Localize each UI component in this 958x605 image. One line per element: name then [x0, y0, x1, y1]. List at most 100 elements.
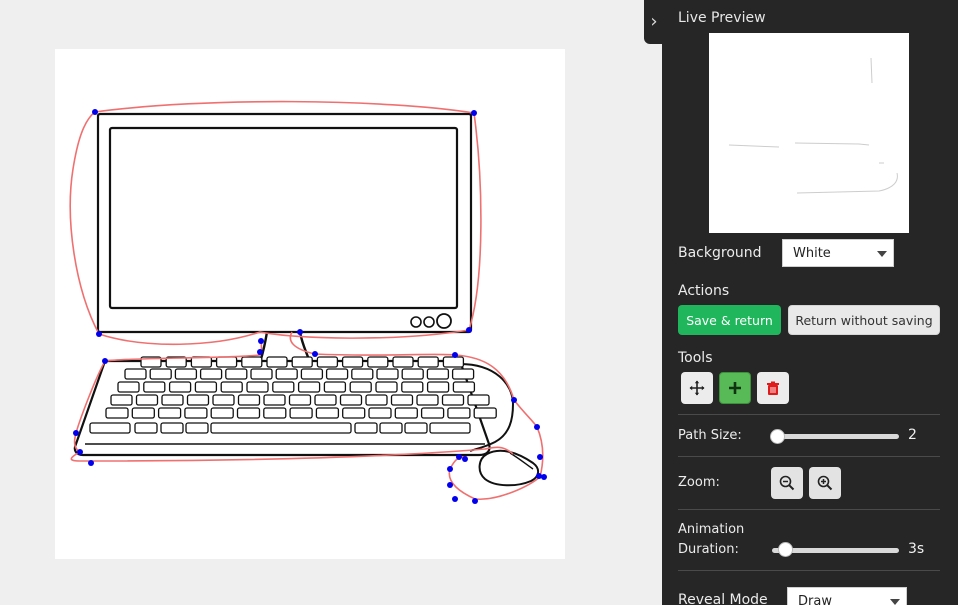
path-control-point[interactable] — [536, 473, 542, 479]
keyboard-key — [289, 407, 313, 419]
keyboard-key — [250, 368, 273, 380]
keyboard-key — [174, 368, 198, 380]
actions-label: Actions — [678, 283, 730, 299]
live-preview — [709, 33, 909, 233]
chevron-down-icon — [890, 599, 900, 605]
keyboard-key — [401, 381, 424, 393]
keyboard-key — [426, 381, 450, 393]
path-control-point[interactable] — [462, 456, 468, 462]
path-control-point[interactable] — [447, 466, 453, 472]
path-size-label: Path Size: — [678, 428, 742, 443]
zoom-out-button[interactable] — [771, 467, 803, 499]
keyboard-key — [392, 356, 414, 368]
keyboard-key — [349, 381, 372, 393]
keyboard-key — [215, 356, 238, 368]
path-control-point[interactable] — [534, 424, 540, 430]
path-control-point[interactable] — [96, 331, 102, 337]
keyboard-key — [341, 356, 364, 368]
path-control-point[interactable] — [447, 482, 453, 488]
keyboard-key — [379, 422, 403, 434]
keyboard-key — [351, 368, 374, 380]
add-point-tool-button[interactable] — [719, 372, 751, 404]
keyboard-key — [300, 368, 324, 380]
keyboard-key — [429, 422, 471, 434]
keyboard-key — [451, 368, 475, 380]
delete-tool-button[interactable] — [757, 372, 789, 404]
path-control-point[interactable] — [77, 449, 83, 455]
keyboard-key — [452, 381, 476, 393]
keyboard-key — [404, 422, 428, 434]
keyboard-key — [117, 381, 140, 393]
zoom-label: Zoom: — [678, 475, 720, 490]
move-tool-button[interactable] — [681, 372, 713, 404]
path-control-point[interactable] — [312, 351, 318, 357]
path-control-point[interactable] — [511, 397, 517, 403]
path-control-point[interactable] — [472, 498, 478, 504]
keyboard-key — [314, 394, 337, 406]
keyboard-key — [143, 381, 166, 393]
background-label: Background — [678, 245, 762, 261]
tools-label: Tools — [678, 350, 713, 366]
keyboard-key — [149, 368, 172, 380]
reveal-mode-select[interactable]: Draw — [787, 587, 907, 605]
keyboard-key — [339, 394, 363, 406]
drawing-canvas[interactable] — [55, 49, 565, 559]
path-control-point[interactable] — [456, 454, 462, 460]
animation-duration-slider-thumb[interactable] — [778, 542, 793, 557]
reveal-mode-select-value: Draw — [798, 594, 832, 605]
background-select[interactable]: White — [782, 239, 894, 267]
chevron-down-icon — [877, 251, 887, 257]
keyboard-key — [246, 381, 269, 393]
keyboard-key — [210, 422, 352, 434]
keyboard-key — [157, 407, 182, 419]
path-control-point[interactable] — [73, 430, 79, 436]
path-control-point[interactable] — [537, 454, 543, 460]
keyboard-key — [212, 394, 235, 406]
path-control-point[interactable] — [257, 349, 263, 355]
save-return-button[interactable]: Save & return — [678, 305, 781, 335]
path-control-point[interactable] — [466, 327, 472, 333]
divider — [678, 570, 940, 571]
delete-icon — [767, 381, 779, 395]
zoom-in-button[interactable] — [809, 467, 841, 499]
path-control-point[interactable] — [452, 496, 458, 502]
path-control-point[interactable] — [452, 352, 458, 358]
keyboard-key — [441, 394, 465, 406]
path-control-point[interactable] — [297, 329, 303, 335]
keyboard-key — [220, 381, 243, 393]
keyboard-key — [105, 407, 129, 419]
keyboard-key — [263, 407, 287, 419]
keyboard-key — [447, 407, 471, 419]
zoom-out-icon — [779, 475, 795, 491]
keyboard-key — [194, 381, 218, 393]
keyboard-key — [210, 407, 234, 419]
keyboard-key — [186, 394, 210, 406]
path-control-point[interactable] — [92, 109, 98, 115]
return-without-saving-button[interactable]: Return without saving — [788, 305, 940, 335]
divider — [678, 456, 940, 457]
keyboard-key — [291, 356, 313, 368]
path-size-slider-thumb[interactable] — [770, 429, 785, 444]
keyboard-key — [184, 407, 208, 419]
keyboard-key — [426, 368, 450, 380]
keyboard-key — [473, 407, 497, 419]
keyboard-key — [185, 422, 209, 434]
path-control-point[interactable] — [471, 110, 477, 116]
path-control-point[interactable] — [102, 358, 108, 364]
keyboard-key — [467, 394, 490, 406]
keyboard-key — [266, 356, 288, 368]
keyboard-key — [417, 356, 439, 368]
divider — [678, 414, 940, 415]
keyboard-key — [367, 356, 389, 368]
path-control-point[interactable] — [258, 338, 264, 344]
keyboard-key — [241, 356, 263, 368]
move-icon — [689, 380, 705, 396]
path-size-slider[interactable] — [772, 434, 899, 439]
path-control-point[interactable] — [88, 460, 94, 466]
keyboard-key — [323, 381, 347, 393]
keyboard-key — [390, 394, 414, 406]
zoom-in-icon — [817, 475, 833, 491]
keyboard-key — [135, 394, 159, 406]
path-control-point[interactable] — [541, 474, 547, 480]
panel-collapse-button[interactable]: › — [644, 0, 664, 44]
